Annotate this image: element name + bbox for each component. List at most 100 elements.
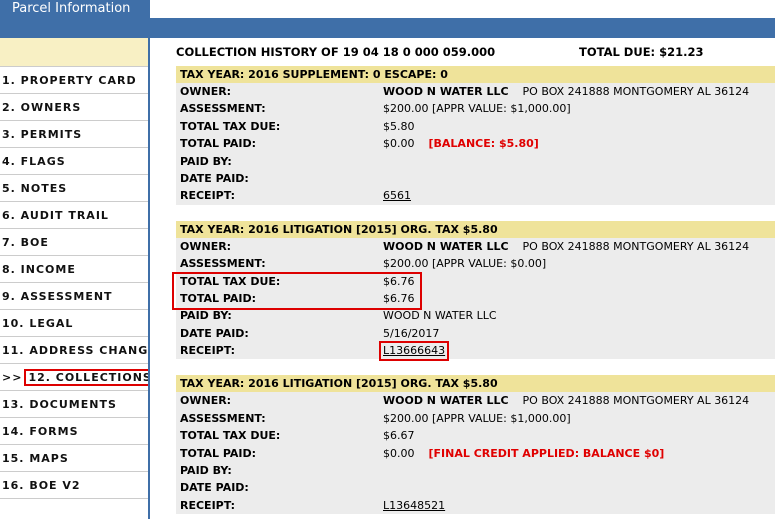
owner-label: OWNER: (180, 85, 232, 98)
total-due: TOTAL DUE: $21.23 (579, 45, 704, 59)
top-bar: Parcel Information (0, 0, 775, 38)
owner-value: WOOD N WATER LLC PO BOX 241888 MONTGOMER… (383, 83, 749, 100)
tax-record: TAX YEAR: 2016 SUPPLEMENT: 0 ESCAPE: 0 O… (176, 66, 775, 205)
sidebar-item-label: 11. ADDRESS CHANGE (2, 344, 157, 357)
owner-label: OWNER: (180, 239, 232, 253)
owner-name: WOOD N WATER LLC (383, 394, 509, 408)
paid-by-row: PAID BY: WOOD N WATER LLC (176, 307, 775, 324)
total-tax-due-row: TOTAL TAX DUE: $5.80 (176, 118, 775, 135)
assessment-row: ASSESSMENT: $200.00 [APPR VALUE: $1,000.0… (176, 100, 775, 117)
sidebar-item-legal[interactable]: 10. LEGAL (0, 310, 150, 337)
assessment-row: ASSESSMENT: $200.00 [APPR VALUE: $1,000.0… (176, 410, 775, 427)
total-paid-value: $0.00 (383, 137, 415, 151)
total-paid-row: TOTAL PAID: $0.00 [BALANCE: $5.80] (176, 135, 775, 152)
highlight-box-receipt (379, 340, 449, 361)
sidebar-item-label: 14. FORMS (2, 425, 79, 438)
sidebar-item-label: 7. BOE (2, 236, 49, 249)
paid-by-row: PAID BY: (176, 153, 775, 170)
receipt-label: RECEIPT: (180, 344, 236, 358)
sidebar-item-label: 3. PERMITS (2, 128, 83, 141)
receipt-link[interactable]: 6561 (383, 187, 411, 204)
header-band (0, 18, 775, 38)
sidebar-item-label: 16. BOE V2 (2, 479, 81, 492)
paid-by-label: PAID BY: (180, 309, 232, 323)
owner-name: WOOD N WATER LLC (383, 239, 509, 253)
date-paid-label: DATE PAID: (180, 481, 249, 495)
sidebar-item-assessment[interactable]: 9. ASSESSMENT (0, 283, 150, 310)
sidebar-item-label: 9. ASSESSMENT (2, 290, 113, 303)
active-marker: >> (2, 371, 23, 384)
page-header: COLLECTION HISTORY OF 19 04 18 0 000 059… (150, 38, 775, 66)
sidebar-item-label: 8. INCOME (2, 263, 76, 276)
date-paid-label: DATE PAID: (180, 171, 249, 185)
sidebar-item-notes[interactable]: 5. NOTES (0, 175, 150, 202)
total-paid-label: TOTAL PAID: (180, 446, 257, 460)
highlight-box-totals (172, 271, 422, 310)
date-paid-value: 5/16/2017 (383, 326, 440, 340)
date-paid-row: DATE PAID: (176, 479, 775, 496)
receipt-link[interactable]: L13648521 (383, 497, 445, 514)
owner-row: OWNER: WOOD N WATER LLC PO BOX 241888 MON… (176, 392, 775, 409)
assessment-value: $200.00 [APPR VALUE: $1,000.00] (383, 411, 571, 425)
sidebar-item-label: 5. NOTES (2, 182, 68, 195)
total-paid-label: TOTAL PAID: (180, 137, 257, 151)
total-tax-due-value: $5.80 (383, 119, 415, 133)
receipt-row: RECEIPT: L13666643 (176, 342, 775, 359)
paid-by-value: WOOD N WATER LLC (383, 309, 497, 323)
receipt-label: RECEIPT: (180, 498, 236, 512)
assessment-label: ASSESSMENT: (180, 102, 266, 116)
owner-value: WOOD N WATER LLC PO BOX 241888 MONTGOMER… (383, 392, 749, 409)
date-paid-label: DATE PAID: (180, 326, 249, 340)
sidebar-header (0, 38, 150, 67)
assessment-label: ASSESSMENT: (180, 411, 266, 425)
owner-row: OWNER: WOOD N WATER LLC PO BOX 241888 MON… (176, 83, 775, 100)
sidebar-item-permits[interactable]: 3. PERMITS (0, 121, 150, 148)
sidebar-item-owners[interactable]: 2. OWNERS (0, 94, 150, 121)
sidebar-item-maps[interactable]: 15. MAPS (0, 445, 150, 472)
sidebar-item-property-card[interactable]: 1. PROPERTY CARD (0, 67, 150, 94)
sidebar-item-label: 4. FLAGS (2, 155, 66, 168)
sidebar-item-boe-v2[interactable]: 16. BOE V2 (0, 472, 150, 499)
sidebar-item-audit-trail[interactable]: 6. AUDIT TRAIL (0, 202, 150, 229)
paid-by-label: PAID BY: (180, 154, 232, 168)
tax-year-heading: TAX YEAR: 2016 LITIGATION [2015] ORG. TA… (176, 220, 775, 238)
assessment-row: ASSESSMENT: $200.00 [APPR VALUE: $0.00] (176, 255, 775, 272)
sidebar-item-address-change[interactable]: 11. ADDRESS CHANGE (0, 337, 156, 364)
sidebar-item-label: 1. PROPERTY CARD (2, 74, 137, 87)
receipt-row: RECEIPT: L13648521 (176, 497, 775, 514)
balance-note: [BALANCE: $5.80] (428, 137, 539, 151)
tax-record: TAX YEAR: 2016 LITIGATION [2015] ORG. TA… (176, 375, 775, 515)
assessment-value: $200.00 [APPR VALUE: $1,000.00] (383, 102, 571, 116)
total-tax-due-label: TOTAL TAX DUE: (180, 119, 281, 133)
collection-history-panel: COLLECTION HISTORY OF 19 04 18 0 000 059… (150, 38, 775, 519)
sidebar-item-collections[interactable]: >> 12. COLLECTIONS (0, 364, 156, 391)
total-tax-due-label: TOTAL TAX DUE: (180, 429, 281, 443)
total-tax-due-row: TOTAL TAX DUE: $6.67 (176, 427, 775, 444)
receipt-row: RECEIPT: 6561 (176, 187, 775, 204)
sidebar-item-label: 12. COLLECTIONS (24, 369, 156, 386)
owner-address: PO BOX 241888 MONTGOMERY AL 36124 (522, 239, 750, 253)
tax-record: TAX YEAR: 2016 LITIGATION [2015] ORG. TA… (172, 220, 775, 361)
owner-label: OWNER: (180, 394, 232, 408)
balance-note: [FINAL CREDIT APPLIED: BALANCE $0] (428, 446, 665, 460)
tab-parcel-information[interactable]: Parcel Information (0, 0, 150, 18)
sidebar-item-flags[interactable]: 4. FLAGS (0, 148, 150, 175)
paid-by-label: PAID BY: (180, 464, 232, 478)
date-paid-row: DATE PAID: 5/16/2017 (176, 325, 775, 342)
total-paid-value: $0.00 (383, 446, 415, 460)
owner-value: WOOD N WATER LLC PO BOX 241888 MONTGOMER… (383, 238, 749, 255)
assessment-value: $200.00 [APPR VALUE: $0.00] (383, 257, 547, 271)
owner-row: OWNER: WOOD N WATER LLC PO BOX 241888 MON… (176, 238, 775, 255)
page-title: COLLECTION HISTORY OF 19 04 18 0 000 059… (176, 45, 496, 59)
sidebar-item-documents[interactable]: 13. DOCUMENTS (0, 391, 150, 418)
assessment-label: ASSESSMENT: (180, 257, 266, 271)
paid-by-row: PAID BY: (176, 462, 775, 479)
total-tax-due-value: $6.67 (383, 429, 415, 443)
sidebar-item-forms[interactable]: 14. FORMS (0, 418, 150, 445)
tax-year-heading: TAX YEAR: 2016 SUPPLEMENT: 0 ESCAPE: 0 (176, 66, 775, 83)
sidebar-nav: 1. PROPERTY CARD 2. OWNERS 3. PERMITS 4.… (0, 38, 156, 519)
tax-year-heading: TAX YEAR: 2016 LITIGATION [2015] ORG. TA… (176, 375, 775, 393)
sidebar-item-label: 15. MAPS (2, 452, 69, 465)
sidebar-item-income[interactable]: 8. INCOME (0, 256, 150, 283)
sidebar-item-boe[interactable]: 7. BOE (0, 229, 150, 256)
